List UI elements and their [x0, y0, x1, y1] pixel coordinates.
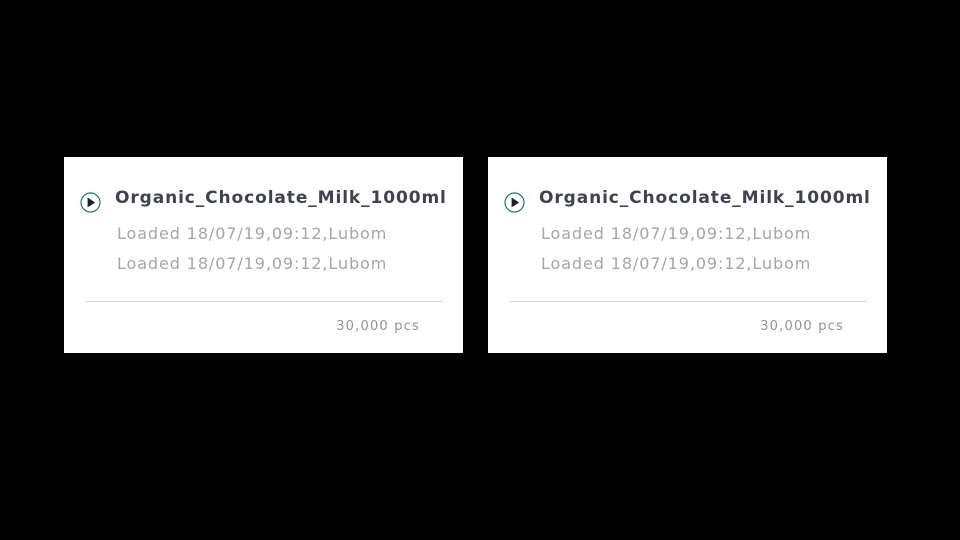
divider — [86, 301, 443, 302]
load-info-line: Loaded 18/07/19,09:12,Lubom — [117, 254, 388, 273]
load-info-line: Loaded 18/07/19,09:12,Lubom — [541, 224, 812, 243]
play-circle-icon[interactable] — [504, 192, 525, 213]
play-circle-icon[interactable] — [80, 192, 101, 213]
canvas: Organic_Chocolate_Milk_1000ml Loaded 18/… — [0, 0, 960, 540]
product-card[interactable]: Organic_Chocolate_Milk_1000ml Loaded 18/… — [64, 157, 463, 353]
divider — [510, 301, 867, 302]
product-title: Organic_Chocolate_Milk_1000ml — [115, 188, 447, 208]
product-title: Organic_Chocolate_Milk_1000ml — [539, 188, 871, 208]
quantity-label: 30,000 pcs — [336, 319, 420, 334]
load-info-line: Loaded 18/07/19,09:12,Lubom — [541, 254, 812, 273]
load-info-line: Loaded 18/07/19,09:12,Lubom — [117, 224, 388, 243]
product-card[interactable]: Organic_Chocolate_Milk_1000ml Loaded 18/… — [488, 157, 887, 353]
quantity-label: 30,000 pcs — [760, 319, 844, 334]
